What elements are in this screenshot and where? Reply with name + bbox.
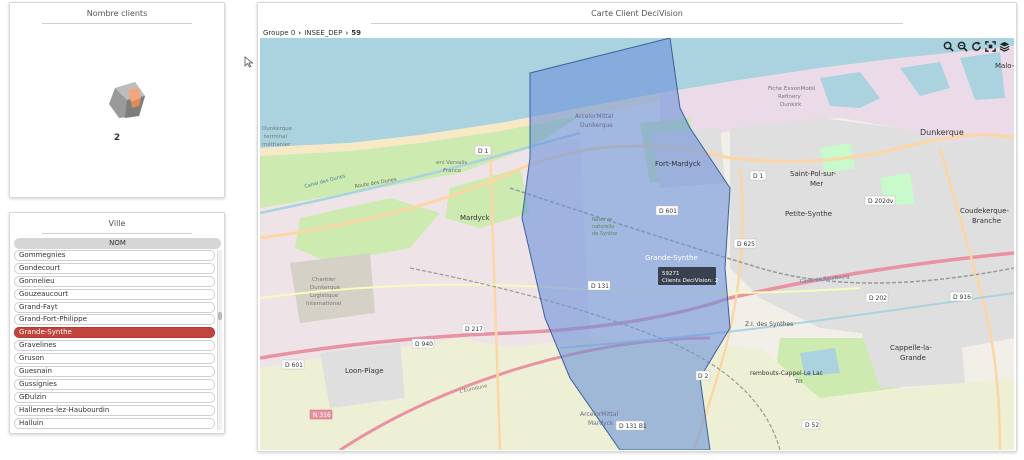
- map-label: Dunkirk: [780, 102, 802, 108]
- road-label: D 1: [753, 173, 764, 180]
- road-label: D 940: [415, 341, 433, 348]
- map-label: Saint-Pol-sur-: [790, 170, 837, 178]
- tooltip-insee-code: 59271: [662, 271, 680, 277]
- scrollbar-thumb[interactable]: [218, 312, 222, 320]
- breadcrumb-item-groupe[interactable]: Groupe 0: [263, 29, 295, 37]
- loon-plage-area: [320, 343, 405, 408]
- list-scrollbar[interactable]: [217, 250, 222, 430]
- title-divider: [42, 233, 192, 234]
- map-label: naturelle: [592, 224, 614, 230]
- tooltip-clients-count: Clients DeciVision: 2: [662, 278, 718, 284]
- zoom-in-icon[interactable]: [943, 41, 954, 52]
- list-item[interactable]: Gonnelieu: [14, 275, 215, 287]
- road-label: D 2: [698, 373, 709, 380]
- map-label: Dunkerque: [580, 122, 613, 129]
- breadcrumb-separator-icon: ›: [298, 29, 302, 37]
- map-canvas[interactable]: Fort-Mardyck Mardyck Grande-Synthe Saint…: [260, 38, 1014, 450]
- list-item[interactable]: Grand-Fayt: [14, 301, 215, 313]
- list-item[interactable]: Grand-Fort-Philippe: [14, 314, 215, 326]
- map-label: Petite-Synthe: [785, 210, 832, 218]
- road-label: D 1: [478, 148, 489, 155]
- road-label: N 316: [313, 412, 331, 419]
- list-item[interactable]: GÐulzin: [14, 391, 215, 403]
- road-label: D 52: [805, 422, 819, 429]
- kpi-panel-title: Nombre clients: [86, 9, 148, 18]
- map-label: rembouts-Cappel-Le Lac: [750, 370, 823, 377]
- map-panel: Carte Client DeciVision Groupe 0 › INSEE_D…: [257, 2, 1017, 452]
- ville-panel-title: Ville: [108, 219, 126, 228]
- map-label: méthanier: [262, 141, 291, 148]
- map-label: Fort-Mardyck: [655, 160, 702, 168]
- map-label: France: [443, 168, 462, 174]
- list-item[interactable]: Gruson: [14, 353, 215, 365]
- ville-list-panel: Ville NOM Gommegnies Gondecourt Gonnelieu G…: [9, 212, 225, 434]
- breadcrumb: Groupe 0 › INSEE_DEP › 59: [263, 29, 361, 37]
- list-item[interactable]: Gravelines: [14, 340, 215, 352]
- road-label: D 601: [285, 362, 303, 369]
- list-item[interactable]: Gouzeaucourt: [14, 288, 215, 300]
- map-toolbar: [943, 41, 1010, 52]
- map-label: ArcelorMittal: [575, 113, 613, 120]
- list-item[interactable]: Hallennes-lez-Haubourdin: [14, 404, 215, 416]
- list-item[interactable]: Guesnain: [14, 366, 215, 378]
- title-divider: [371, 23, 903, 24]
- road-label: D 131: [591, 283, 609, 290]
- kpi-value: 2: [113, 133, 121, 143]
- map-label: ArcelorMittal: [580, 411, 618, 418]
- breadcrumb-item-insee-dep[interactable]: INSEE_DEP: [304, 29, 342, 37]
- map-label: Chantier: [312, 277, 336, 283]
- list-item[interactable]: Gondecourt: [14, 262, 215, 274]
- map-label: Loon-Plage: [345, 367, 384, 375]
- breadcrumb-item-current: 59: [351, 29, 361, 37]
- map-label: Tilt: [794, 379, 803, 385]
- list-item[interactable]: Gussignies: [14, 378, 215, 390]
- map-label: Mardyck: [588, 420, 614, 427]
- cube-icon: [109, 82, 145, 118]
- fullscreen-icon[interactable]: [985, 41, 996, 52]
- map-label: Logistique: [310, 293, 339, 299]
- map-label: International: [306, 301, 342, 307]
- list-item[interactable]: Gommegnies: [14, 250, 215, 261]
- refresh-icon[interactable]: [971, 41, 982, 52]
- map-label: Z.I. des Synthes: [745, 321, 793, 328]
- column-header-nom[interactable]: NOM: [14, 238, 221, 249]
- layers-icon[interactable]: [999, 41, 1010, 52]
- road-label: D 217: [465, 326, 483, 333]
- road-label: D 131 B1: [619, 423, 647, 430]
- map-label: Fiche ExxonMobil: [768, 86, 816, 92]
- mouse-cursor-icon: [244, 56, 254, 68]
- road-label: D 916: [953, 294, 971, 301]
- map-label: Réserve: [592, 216, 612, 223]
- kpi-panel-nombre-clients: Nombre clients 2: [9, 2, 225, 198]
- map-label: Dunkerque: [920, 128, 964, 137]
- map-label: de Synthe: [592, 231, 617, 237]
- road-label: D 601: [659, 208, 677, 215]
- map-label: Coudekerque-: [960, 207, 1009, 215]
- map-label: eni Versalis: [436, 160, 467, 166]
- map-label: Dunkerque: [262, 126, 293, 132]
- zoom-out-icon[interactable]: [957, 41, 968, 52]
- list-item[interactable]: Grande-Synthe: [14, 327, 215, 339]
- map-svg[interactable]: Fort-Mardyck Mardyck Grande-Synthe Saint…: [260, 38, 1014, 450]
- list-item[interactable]: Halluin: [14, 417, 215, 429]
- map-tooltip: 59271 Clients DeciVision: 2: [658, 267, 718, 285]
- breadcrumb-separator-icon: ›: [345, 29, 349, 37]
- map-label: terminal: [264, 134, 287, 140]
- ville-list: Gommegnies Gondecourt Gonnelieu Gouzeaucour…: [14, 250, 224, 430]
- map-label: Cappelle-la-: [890, 344, 932, 352]
- map-label: Grande-Synthe: [645, 254, 698, 262]
- map-panel-title: Carte Client DeciVision: [591, 9, 683, 18]
- map-label: Mardyck: [460, 214, 491, 222]
- map-label: Refinery: [778, 94, 802, 100]
- title-divider: [42, 23, 192, 24]
- road-label: D 202dv: [868, 198, 894, 205]
- map-label: Grande: [900, 354, 926, 362]
- road-label: D 202: [869, 295, 887, 302]
- map-label: Dunkerque: [310, 285, 341, 291]
- map-label: Mer: [810, 180, 823, 188]
- map-label: Malo-: [995, 62, 1014, 70]
- road-label: D 625: [737, 241, 755, 248]
- map-label: Branche: [972, 217, 1001, 225]
